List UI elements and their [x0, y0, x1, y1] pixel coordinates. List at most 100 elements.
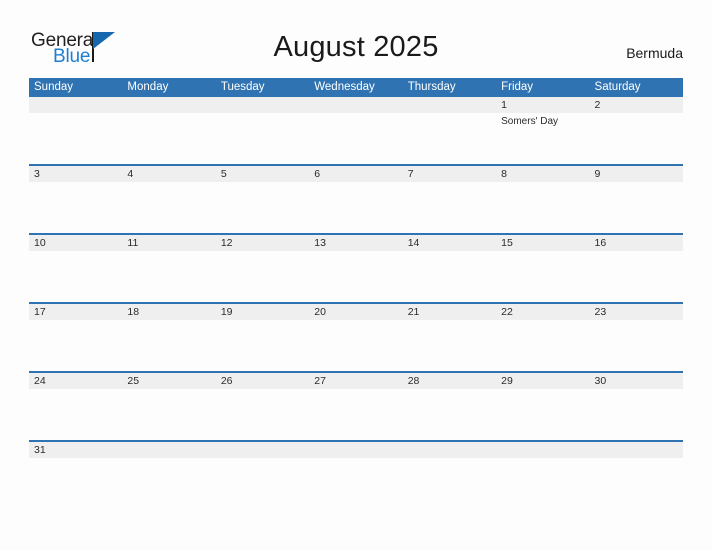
day-number-empty — [29, 97, 122, 113]
day-cell[interactable] — [403, 458, 496, 474]
day-cell[interactable] — [590, 320, 683, 371]
day-number[interactable]: 4 — [122, 166, 215, 182]
day-cell[interactable] — [590, 251, 683, 302]
week-date-strip: 3456789 — [29, 166, 683, 182]
week-row: 31 — [29, 440, 683, 474]
day-number[interactable]: 3 — [29, 166, 122, 182]
day-cell[interactable] — [216, 389, 309, 440]
day-number[interactable]: 23 — [590, 304, 683, 320]
day-cell[interactable] — [496, 251, 589, 302]
day-number[interactable]: 15 — [496, 235, 589, 251]
day-cell[interactable] — [496, 458, 589, 474]
day-number[interactable]: 18 — [122, 304, 215, 320]
day-cell[interactable] — [590, 458, 683, 474]
calendar-weeks: 1 2 Somers' Day 3 4 5 6 7 8 9 10 11 12 13 14 15 16 17 18 19… — [29, 97, 683, 474]
weekday-header-row: Sunday Monday Tuesday Wednesday Thursday Frid… — [29, 78, 683, 97]
day-number[interactable]: 14 — [403, 235, 496, 251]
day-number-empty — [216, 97, 309, 113]
day-number[interactable]: 25 — [122, 373, 215, 389]
day-cell[interactable] — [122, 389, 215, 440]
day-cell[interactable] — [216, 251, 309, 302]
day-number[interactable]: 1 — [496, 97, 589, 113]
region-label: Bermuda — [626, 45, 683, 61]
day-number[interactable]: 19 — [216, 304, 309, 320]
day-cell[interactable] — [309, 113, 402, 164]
day-number-empty — [216, 442, 309, 458]
day-cell[interactable]: Somers' Day — [496, 113, 589, 164]
day-cell[interactable] — [216, 458, 309, 474]
day-cell[interactable] — [216, 320, 309, 371]
day-number[interactable]: 2 — [590, 97, 683, 113]
day-cell[interactable] — [309, 458, 402, 474]
day-cell[interactable] — [29, 251, 122, 302]
week-event-strip — [29, 320, 683, 371]
day-number[interactable]: 21 — [403, 304, 496, 320]
day-cell[interactable] — [122, 320, 215, 371]
day-number[interactable]: 5 — [216, 166, 309, 182]
day-number[interactable]: 6 — [309, 166, 402, 182]
day-cell[interactable] — [29, 458, 122, 474]
day-cell[interactable] — [309, 389, 402, 440]
day-cell[interactable] — [403, 389, 496, 440]
day-number[interactable]: 29 — [496, 373, 589, 389]
day-number-empty — [309, 97, 402, 113]
weekday-header-saturday: Saturday — [594, 81, 641, 93]
day-number[interactable]: 10 — [29, 235, 122, 251]
day-cell[interactable] — [122, 458, 215, 474]
week-date-strip: 12 — [29, 97, 683, 113]
day-cell[interactable] — [216, 182, 309, 233]
week-date-strip: 24 25 26 27 28 29 30 — [29, 373, 683, 389]
day-number[interactable]: 31 — [29, 442, 122, 458]
day-cell[interactable] — [403, 113, 496, 164]
week-event-strip — [29, 251, 683, 302]
event-label: Somers' Day — [501, 116, 559, 127]
day-cell[interactable] — [309, 320, 402, 371]
page-title: August 2025 — [273, 31, 439, 63]
weekday-header-friday: Friday — [501, 81, 534, 93]
day-number[interactable]: 7 — [403, 166, 496, 182]
day-number[interactable]: 27 — [309, 373, 402, 389]
day-cell[interactable] — [590, 113, 683, 164]
day-number-empty — [496, 442, 589, 458]
page-header: General Blue August 2025 Bermuda — [0, 0, 712, 78]
day-cell[interactable] — [403, 251, 496, 302]
day-cell[interactable] — [590, 389, 683, 440]
day-number[interactable]: 11 — [122, 235, 215, 251]
day-number[interactable]: 17 — [29, 304, 122, 320]
day-cell[interactable] — [29, 113, 122, 164]
day-cell[interactable] — [29, 320, 122, 371]
day-number[interactable]: 20 — [309, 304, 402, 320]
day-cell[interactable] — [496, 320, 589, 371]
day-number[interactable]: 13 — [309, 235, 402, 251]
day-number[interactable]: 24 — [29, 373, 122, 389]
day-cell[interactable] — [216, 113, 309, 164]
day-number[interactable]: 16 — [590, 235, 683, 251]
day-cell[interactable] — [496, 182, 589, 233]
day-cell[interactable] — [590, 182, 683, 233]
day-cell[interactable] — [403, 182, 496, 233]
week-row: 17 18 19 20 21 22 23 — [29, 302, 683, 371]
day-cell[interactable] — [122, 182, 215, 233]
week-event-strip — [29, 182, 683, 233]
week-event-strip — [29, 458, 683, 474]
day-cell[interactable] — [122, 113, 215, 164]
weekday-header-monday: Monday — [127, 81, 169, 93]
day-cell[interactable] — [29, 182, 122, 233]
day-cell[interactable] — [29, 389, 122, 440]
day-cell[interactable] — [403, 320, 496, 371]
day-number[interactable]: 9 — [590, 166, 683, 182]
day-cell[interactable] — [309, 182, 402, 233]
weekday-header-wednesday: Wednesday — [314, 81, 375, 93]
day-cell[interactable] — [496, 389, 589, 440]
day-number[interactable]: 26 — [216, 373, 309, 389]
day-number[interactable]: 22 — [496, 304, 589, 320]
day-number[interactable]: 12 — [216, 235, 309, 251]
day-cell[interactable] — [309, 251, 402, 302]
day-number[interactable]: 28 — [403, 373, 496, 389]
day-number[interactable]: 8 — [496, 166, 589, 182]
day-number[interactable]: 30 — [590, 373, 683, 389]
week-date-strip: 31 — [29, 442, 683, 458]
week-row: 24 25 26 27 28 29 30 — [29, 371, 683, 440]
week-date-strip: 17 18 19 20 21 22 23 — [29, 304, 683, 320]
day-cell[interactable] — [122, 251, 215, 302]
